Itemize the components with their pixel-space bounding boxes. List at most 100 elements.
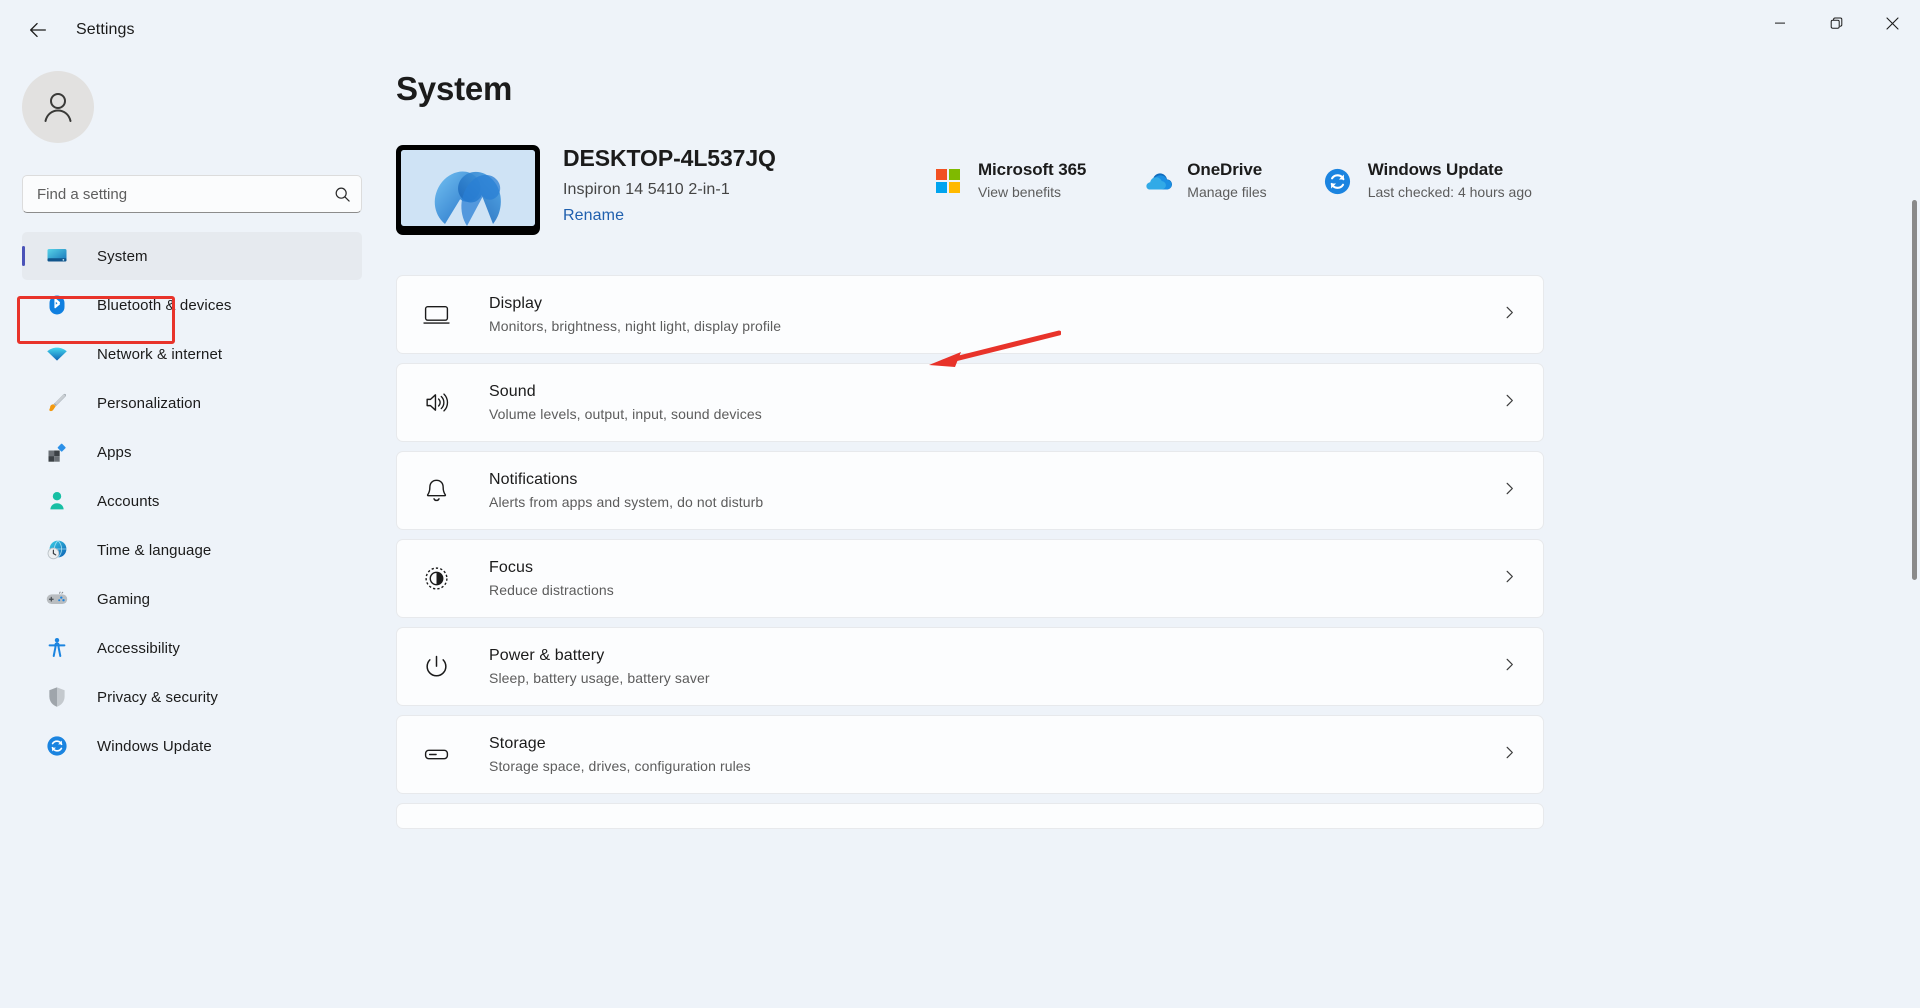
sidebar-item-gaming[interactable]: Gaming [22,575,362,623]
apps-blocks-icon [44,439,70,465]
close-button[interactable] [1864,0,1920,46]
search-box[interactable] [22,175,362,213]
bell-icon [419,477,453,504]
chevron-right-icon [1502,657,1517,677]
quick-link-onedrive[interactable]: OneDrive Manage files [1140,160,1267,200]
settings-list: Display Monitors, brightness, night ligh… [396,275,1544,838]
power-icon [419,653,453,680]
sidebar-item-label: Time & language [97,541,212,559]
quick-link-subtitle: View benefits [978,184,1062,200]
title-bar: Settings [0,0,1920,60]
sidebar-item-label: Accounts [97,492,160,510]
system-monitor-icon [44,243,70,269]
sidebar-item-personalization[interactable]: Personalization [22,379,362,427]
settings-row-subtitle: Volume levels, output, input, sound devi… [489,406,762,422]
sidebar-item-label: Bluetooth & devices [97,296,232,314]
settings-row-title: Storage [489,735,546,752]
user-avatar-icon [44,93,72,122]
quick-link-windows-update[interactable]: Windows Update Last checked: 4 hours ago [1321,160,1532,200]
account-person-icon [44,488,70,514]
chevron-right-icon [1502,745,1517,765]
search-button[interactable] [323,186,361,203]
gamepad-icon [44,586,70,612]
main-content: System DESKTOP-4L537JQ Inspiron 14 5410 … [396,60,1920,1008]
settings-row-subtitle: Alerts from apps and system, do not dist… [489,494,764,510]
settings-row-notifications[interactable]: Notifications Alerts from apps and syste… [396,451,1544,530]
minimize-button[interactable] [1752,0,1808,46]
maximize-button[interactable] [1808,0,1864,46]
window-title: Settings [76,21,135,38]
chevron-right-icon [1502,305,1517,325]
sidebar-item-label: Personalization [97,394,202,412]
sound-speaker-icon [419,389,453,416]
sidebar-item-privacy-security[interactable]: Privacy & security [22,673,362,721]
sidebar: System Bluetooth & devices Network [0,60,396,1008]
sidebar-item-label: Network & internet [97,345,223,363]
sidebar-item-system[interactable]: System [22,232,362,280]
sidebar-item-label: Privacy & security [97,688,218,706]
microsoft-365-icon [931,164,965,198]
sidebar-item-accessibility[interactable]: Accessibility [22,624,362,672]
settings-row-title: Display [489,295,543,312]
settings-row-title: Notifications [489,471,578,488]
scrollbar-thumb[interactable] [1912,200,1917,580]
sidebar-item-label: System [97,247,148,265]
storage-drive-icon [419,741,453,768]
chevron-right-icon [1502,481,1517,501]
settings-row-title: Focus [489,559,534,576]
sidebar-item-label: Gaming [97,590,151,608]
chevron-right-icon [1502,569,1517,589]
focus-circle-icon [419,565,453,592]
clock-globe-icon [44,537,70,563]
settings-row-partial[interactable] [396,803,1544,829]
sidebar-item-network-internet[interactable]: Network & internet [22,330,362,378]
search-icon [335,187,350,202]
accessibility-person-icon [44,635,70,661]
device-model: Inspiron 14 5410 2-in-1 [563,181,730,198]
sidebar-item-windows-update[interactable]: Windows Update [22,722,362,770]
sidebar-item-accounts[interactable]: Accounts [22,477,362,525]
restore-icon [1830,17,1842,29]
quick-link-subtitle: Manage files [1187,184,1267,200]
settings-row-sound[interactable]: Sound Volume levels, output, input, soun… [396,363,1544,442]
avatar[interactable] [22,71,94,143]
search-input[interactable] [23,185,323,203]
chevron-right-icon [1502,393,1517,413]
quick-link-title: Microsoft 365 [978,160,1087,179]
settings-row-subtitle: Monitors, brightness, night light, displ… [489,318,782,334]
settings-row-power-battery[interactable]: Power & battery Sleep, battery usage, ba… [396,627,1544,706]
settings-row-display[interactable]: Display Monitors, brightness, night ligh… [396,275,1544,354]
rename-link[interactable]: Rename [563,207,624,225]
close-icon [1885,16,1899,30]
device-name: DESKTOP-4L537JQ [563,145,776,171]
windows-bloom-wallpaper [401,150,535,226]
display-monitor-icon [419,301,453,328]
sidebar-item-apps[interactable]: Apps [22,428,362,476]
paintbrush-icon [44,390,70,416]
onedrive-cloud-icon [1140,164,1174,198]
sidebar-item-label: Accessibility [97,639,180,657]
update-refresh-icon [44,733,70,759]
settings-row-subtitle: Reduce distractions [489,582,614,598]
settings-row-subtitle: Sleep, battery usage, battery saver [489,670,710,686]
settings-row-title: Power & battery [489,647,605,664]
settings-row-focus[interactable]: Focus Reduce distractions [396,539,1544,618]
settings-row-storage[interactable]: Storage Storage space, drives, configura… [396,715,1544,794]
shield-icon [44,684,70,710]
settings-row-title: Sound [489,383,536,400]
window-controls [1752,0,1920,46]
wifi-icon [44,341,70,367]
minimize-icon [1775,22,1785,24]
device-thumbnail [396,145,540,235]
sidebar-item-time-language[interactable]: Time & language [22,526,362,574]
quick-link-microsoft-365[interactable]: Microsoft 365 View benefits [931,160,1086,200]
page-title: System [396,70,513,107]
back-button[interactable] [16,12,60,48]
sidebar-item-bluetooth-devices[interactable]: Bluetooth & devices [22,281,362,329]
back-arrow-icon [30,22,46,38]
sidebar-item-label: Apps [97,443,132,461]
quick-link-subtitle: Last checked: 4 hours ago [1367,184,1532,200]
bluetooth-icon [44,292,70,318]
quick-link-title: OneDrive [1187,160,1263,179]
quick-links: Microsoft 365 View benefits OneDrive Man… [931,160,1586,200]
